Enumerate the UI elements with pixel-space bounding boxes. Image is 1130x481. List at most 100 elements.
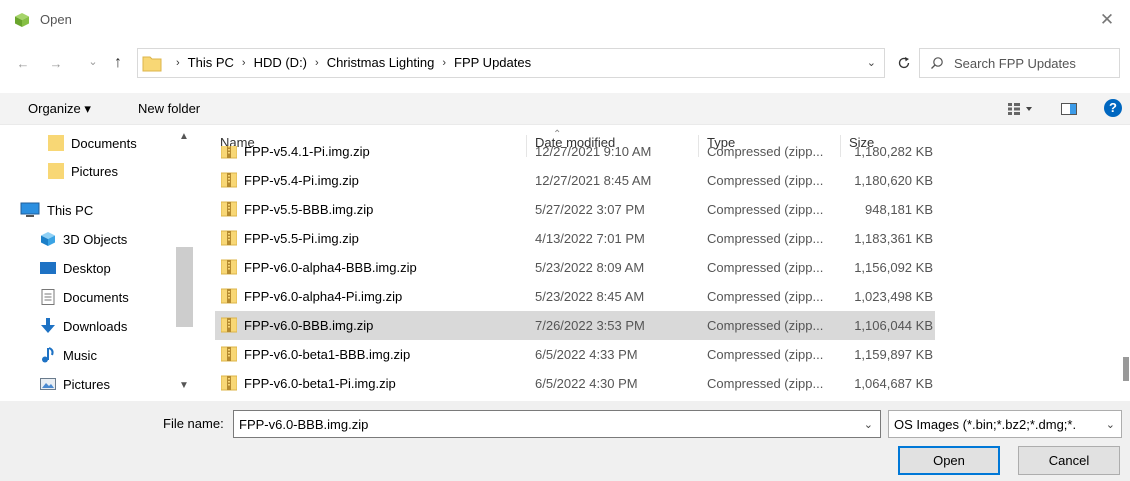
arrow-up-icon: ↑ [114, 54, 122, 71]
file-date: 5/23/2022 8:09 AM [535, 260, 645, 275]
search-input[interactable]: Search FPP Updates [954, 56, 1076, 71]
preview-pane-icon[interactable] [1061, 102, 1077, 116]
file-type: Compressed (zipp... [707, 347, 824, 362]
file-row[interactable]: FPP-v5.5-Pi.img.zip 4/13/2022 7:01 PM Comp… [215, 224, 935, 253]
file-size: 1,183,361 KB [854, 231, 933, 246]
file-type: Compressed (zipp... [707, 289, 824, 304]
cancel-button[interactable]: Cancel [1018, 446, 1120, 475]
file-name-value: FPP-v6.0-BBB.img.zip [239, 417, 369, 432]
file-type: Compressed (zipp... [707, 376, 824, 391]
file-date: 6/5/2022 4:30 PM [535, 376, 638, 391]
file-name: FPP-v6.0-beta1-BBB.img.zip [244, 347, 411, 362]
refresh-icon [898, 57, 910, 69]
file-row[interactable]: FPP-v6.0-alpha4-Pi.img.zip 5/23/2022 8:45… [215, 282, 935, 311]
breadcrumb-christmas-lighting[interactable]: Christmas Lighting [327, 55, 435, 70]
zip-folder-icon [221, 259, 237, 275]
file-type: Compressed (zipp... [707, 260, 824, 275]
file-row[interactable]: FPP-v6.0-beta1-Pi.img.zip 6/5/2022 4:30 P… [215, 369, 935, 398]
file-size: 1,064,687 KB [854, 376, 933, 391]
file-name: FPP-v5.4-Pi.img.zip [244, 173, 359, 188]
help-button[interactable]: ? [1104, 99, 1122, 117]
window-title: Open [40, 12, 72, 27]
nav-item-documents[interactable]: Documents [48, 129, 137, 157]
file-row[interactable]: FPP-v5.4-Pi.img.zip 12/27/2021 8:45 AM Com… [215, 166, 935, 195]
chevron-down-icon[interactable]: ⌄ [867, 56, 876, 69]
file-row[interactable]: FPP-v5.5-BBB.img.zip 5/27/2022 3:07 PM Com… [215, 195, 935, 224]
recent-locations-button[interactable]: ⌄ [82, 50, 104, 72]
up-button[interactable]: ↑ [107, 52, 129, 74]
file-type: Compressed (zipp... [707, 231, 824, 246]
navigation-scrollbar[interactable]: ▲ ▼ [176, 129, 193, 398]
file-type: Compressed (zipp... [707, 173, 824, 188]
folder-icon [48, 163, 64, 179]
organize-button[interactable]: Organize ▾ [28, 101, 91, 117]
scroll-down-icon[interactable]: ▼ [179, 380, 189, 391]
view-options-icon[interactable] [1008, 102, 1036, 116]
file-list-scrollbar[interactable] [1121, 129, 1130, 398]
cube-icon [41, 232, 55, 246]
file-name-input[interactable]: FPP-v6.0-BBB.img.zip ⌄ [233, 410, 881, 438]
nav-item-pictures-pc[interactable]: Pictures [40, 370, 110, 398]
refresh-button[interactable] [889, 48, 919, 78]
nav-item-pictures[interactable]: Pictures [48, 157, 118, 185]
file-row[interactable]: FPP-v6.0-BBB.img.zip 7/26/2022 3:53 PM Com… [215, 311, 935, 340]
nav-item-label: Pictures [63, 376, 110, 392]
address-bar[interactable]: › This PC › HDD (D:) › Christmas Lightin… [137, 48, 885, 78]
nav-item-music[interactable]: Music [40, 341, 97, 369]
file-row[interactable]: FPP-v5.4.1-Pi.img.zip 12/27/2021 9:10 AM C… [215, 146, 935, 166]
arrow-left-icon: ← [16, 55, 30, 71]
chevron-down-icon: ⌄ [88, 55, 98, 68]
zip-folder-icon [221, 146, 237, 159]
file-date: 5/27/2022 3:07 PM [535, 202, 645, 217]
file-size: 948,181 KB [865, 202, 933, 217]
back-button[interactable]: ← [12, 52, 34, 74]
search-icon [931, 57, 943, 69]
breadcrumb-hdd[interactable]: HDD (D:) [254, 55, 307, 70]
open-button[interactable]: Open [898, 446, 1000, 475]
arrow-right-icon: → [49, 55, 63, 71]
file-date: 12/27/2021 9:10 AM [535, 146, 652, 159]
file-type-select[interactable]: OS Images (*.bin;*.bz2;*.dmg;*. ⌄ [888, 410, 1122, 438]
chevron-down-icon[interactable]: ⌄ [864, 418, 873, 431]
file-size: 1,156,092 KB [854, 260, 933, 275]
file-date: 7/26/2022 3:53 PM [535, 318, 645, 333]
chevron-down-icon[interactable]: ⌄ [1103, 418, 1115, 431]
breadcrumb-separator[interactable]: › [315, 57, 319, 69]
file-size: 1,180,620 KB [854, 173, 933, 188]
nav-item-desktop[interactable]: Desktop [40, 254, 111, 282]
scrollbar-thumb[interactable] [176, 247, 193, 327]
file-date: 6/5/2022 4:33 PM [535, 347, 638, 362]
file-name: FPP-v6.0-alpha4-Pi.img.zip [244, 289, 403, 304]
nav-item-label: 3D Objects [63, 231, 128, 247]
document-icon [41, 289, 55, 305]
file-size: 1,023,498 KB [854, 289, 933, 304]
file-name: FPP-v5.4.1-Pi.img.zip [244, 146, 370, 159]
nav-item-label: Desktop [63, 260, 111, 276]
file-size: 1,180,282 KB [854, 146, 933, 159]
forward-button[interactable]: → [45, 52, 67, 74]
nav-item-3d-objects[interactable]: 3D Objects [40, 225, 127, 253]
nav-item-downloads[interactable]: Downloads [40, 312, 127, 340]
nav-item-documents-pc[interactable]: Documents [40, 283, 129, 311]
search-box[interactable]: Search FPP Updates [919, 48, 1120, 78]
folder-icon [48, 135, 64, 151]
nav-item-label: Music [63, 347, 97, 363]
breadcrumb-this-pc[interactable]: This PC [188, 55, 234, 70]
breadcrumb-separator[interactable]: › [442, 57, 446, 69]
file-list: FPP-v5.4.1-Pi.img.zip 12/27/2021 9:10 AM C… [215, 146, 935, 398]
app-icon [15, 13, 29, 27]
nav-item-this-pc[interactable]: This PC [20, 196, 93, 224]
file-row[interactable]: FPP-v6.0-alpha4-BBB.img.zip 5/23/2022 8:0… [215, 253, 935, 282]
breadcrumb-fpp-updates[interactable]: FPP Updates [454, 55, 531, 70]
file-name: FPP-v5.5-BBB.img.zip [244, 202, 374, 217]
command-bar: Organize ▾ New folder [0, 93, 1130, 125]
new-folder-button[interactable]: New folder [138, 101, 200, 116]
file-row[interactable]: FPP-v6.0-beta1-BBB.img.zip 6/5/2022 4:33 … [215, 340, 935, 369]
zip-folder-icon [221, 201, 237, 217]
scrollbar-thumb[interactable] [1123, 357, 1129, 381]
close-button[interactable]: ✕ [1084, 0, 1130, 40]
desktop-icon [40, 262, 56, 274]
scroll-up-icon[interactable]: ▲ [179, 131, 189, 142]
breadcrumb-separator[interactable]: › [242, 57, 246, 69]
computer-icon [20, 202, 40, 217]
